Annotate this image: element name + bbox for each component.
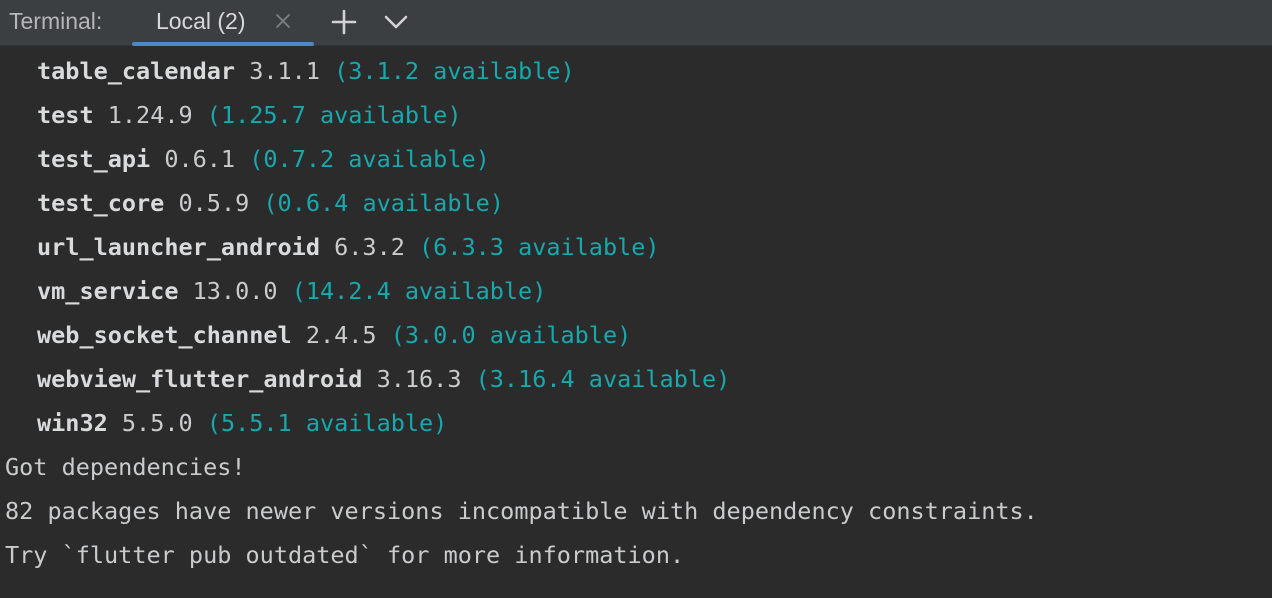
plus-icon (329, 7, 359, 37)
package-line: vm_service 13.0.0 (14.2.4 available) (0, 269, 1272, 313)
output-message: Got dependencies! (5, 453, 246, 481)
package-version: 1.24.9 (107, 101, 193, 129)
chevron-down-icon (381, 7, 411, 37)
package-name: test (37, 101, 94, 129)
package-line: test_core 0.5.9 (0.6.4 available) (0, 181, 1272, 225)
package-line: webview_flutter_android 3.16.3 (3.16.4 a… (0, 357, 1272, 401)
package-line: win32 5.5.0 (5.5.1 available) (0, 401, 1272, 445)
terminal-title: Terminal: (9, 8, 103, 34)
package-name: test_api (37, 145, 151, 173)
terminal-window: Terminal: Local (2) table_calendar 3.1.1… (0, 0, 1272, 598)
package-line: url_launcher_android 6.3.2 (6.3.3 availa… (0, 225, 1272, 269)
package-version: 0.6.1 (164, 145, 236, 173)
package-version: 5.5.0 (121, 409, 193, 437)
tab-local-2[interactable]: Local (2) (132, 0, 314, 46)
available-version: (14.2.4 available) (291, 277, 547, 305)
package-name: table_calendar (37, 57, 236, 85)
available-version: (0.6.4 available) (263, 189, 504, 217)
package-name: url_launcher_android (37, 233, 320, 261)
package-version: 3.1.1 (249, 57, 320, 85)
package-name: web_socket_channel (37, 321, 292, 349)
available-version: (3.16.4 available) (475, 365, 731, 393)
package-version: 2.4.5 (305, 321, 377, 349)
terminal-tab-bar: Terminal: Local (2) (0, 0, 1272, 46)
available-version: (0.7.2 available) (249, 145, 490, 173)
available-version: (6.3.3 available) (419, 233, 660, 261)
package-line: web_socket_channel 2.4.5 (3.0.0 availabl… (0, 313, 1272, 357)
package-name: test_core (37, 189, 165, 217)
available-version: (3.1.2 available) (334, 57, 575, 85)
output-message: 82 packages have newer versions incompat… (5, 497, 1038, 525)
terminal-output[interactable]: table_calendar 3.1.1 (3.1.2 available) t… (0, 49, 1272, 598)
package-name: webview_flutter_android (37, 365, 363, 393)
package-line: table_calendar 3.1.1 (3.1.2 available) (0, 49, 1272, 93)
package-version: 3.16.3 (376, 365, 462, 393)
output-message: Try `flutter pub outdated` for more info… (5, 541, 685, 569)
tab-options-button[interactable] (381, 7, 411, 37)
close-icon[interactable] (272, 10, 294, 32)
active-tab-indicator (132, 42, 314, 46)
package-version: 0.5.9 (178, 189, 250, 217)
available-version: (1.25.7 available) (206, 101, 462, 129)
package-name: win32 (37, 409, 108, 437)
package-version: 6.3.2 (334, 233, 405, 261)
available-version: (5.5.1 available) (206, 409, 448, 437)
package-line: test 1.24.9 (1.25.7 available) (0, 93, 1272, 137)
available-version: (3.0.0 available) (390, 321, 632, 349)
package-version: 13.0.0 (192, 277, 278, 305)
package-name: vm_service (37, 277, 179, 305)
new-tab-button[interactable] (329, 7, 359, 37)
tab-label: Local (2) (156, 8, 246, 34)
package-line: test_api 0.6.1 (0.7.2 available) (0, 137, 1272, 181)
